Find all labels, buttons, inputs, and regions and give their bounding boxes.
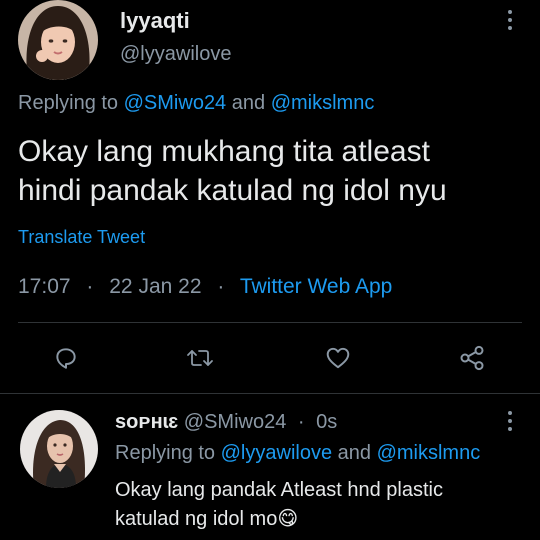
reply-header: sᴏᴘʜɩɛ @SMiwo24 · 0s <box>115 411 337 434</box>
main-avatar-image <box>18 0 98 80</box>
reply-icon <box>56 348 76 369</box>
tweet-source[interactable]: Twitter Web App <box>240 275 393 298</box>
reply-more-icon[interactable] <box>507 411 513 431</box>
reply-avatar[interactable] <box>20 410 98 488</box>
reply-replying-user-2[interactable]: @mikslmnc <box>377 442 481 464</box>
reply-text-line-2-text: katulad ng idol mo <box>115 508 278 530</box>
reply-display-name[interactable]: sᴏᴘʜɩɛ <box>115 411 178 433</box>
tweet-meta: 17:07 · 22 Jan 22 · Twitter Web App <box>18 275 392 299</box>
tweet-separator <box>0 393 540 394</box>
reply-avatar-image <box>20 410 98 488</box>
translate-tweet-link[interactable]: Translate Tweet <box>18 227 145 248</box>
share-button[interactable] <box>452 338 492 378</box>
reply-text-line-1: Okay lang pandak Atleast hnd plastic <box>115 479 443 501</box>
main-tweet-text-line-2: hindi pandak katulad ng idol nyu <box>18 174 447 207</box>
reply-tweet-text: Okay lang pandak Atleast hnd plastic kat… <box>115 476 443 534</box>
yum-emoji-icon: 😋 <box>277 508 299 530</box>
main-replying-user-2[interactable]: @mikslmnc <box>271 92 375 114</box>
like-button[interactable] <box>318 338 358 378</box>
reply-dot: · <box>297 411 305 433</box>
main-tweet-text-line-1: Okay lang mukhang tita atleast <box>18 135 430 168</box>
meta-dot-2: · <box>217 275 225 298</box>
reply-replying-to: Replying to @lyyawilove and @mikslmnc <box>115 442 480 465</box>
main-replying-prefix: Replying to <box>18 92 119 114</box>
meta-dot-1: · <box>86 275 94 298</box>
main-more-icon[interactable] <box>507 10 513 30</box>
reply-replying-joiner: and <box>337 442 372 464</box>
tweet-date[interactable]: 22 Jan 22 <box>109 275 201 298</box>
retweet-icon <box>187 350 213 366</box>
retweet-button[interactable] <box>180 338 220 378</box>
main-replying-joiner: and <box>231 92 266 114</box>
main-display-name[interactable]: lyyaqti <box>120 8 190 34</box>
reply-button[interactable] <box>46 338 86 378</box>
reply-replying-prefix: Replying to <box>115 442 216 464</box>
main-tweet-text: Okay lang mukhang tita atleast hindi pan… <box>18 132 447 210</box>
meta-divider <box>18 322 522 323</box>
reply-text-line-2: katulad ng idol mo😋 <box>115 505 443 534</box>
reply-age[interactable]: 0s <box>316 411 337 433</box>
reply-replying-user-1[interactable]: @lyyawilove <box>221 442 332 464</box>
main-avatar[interactable] <box>18 0 98 80</box>
main-replying-user-1[interactable]: @SMiwo24 <box>124 92 227 114</box>
share-icon <box>460 345 484 371</box>
main-handle[interactable]: @lyyawilove <box>120 43 231 66</box>
like-icon <box>326 347 350 369</box>
reply-handle[interactable]: @SMiwo24 <box>184 411 287 433</box>
main-replying-to: Replying to @SMiwo24 and @mikslmnc <box>18 92 374 115</box>
tweet-time[interactable]: 17:07 <box>18 275 71 298</box>
